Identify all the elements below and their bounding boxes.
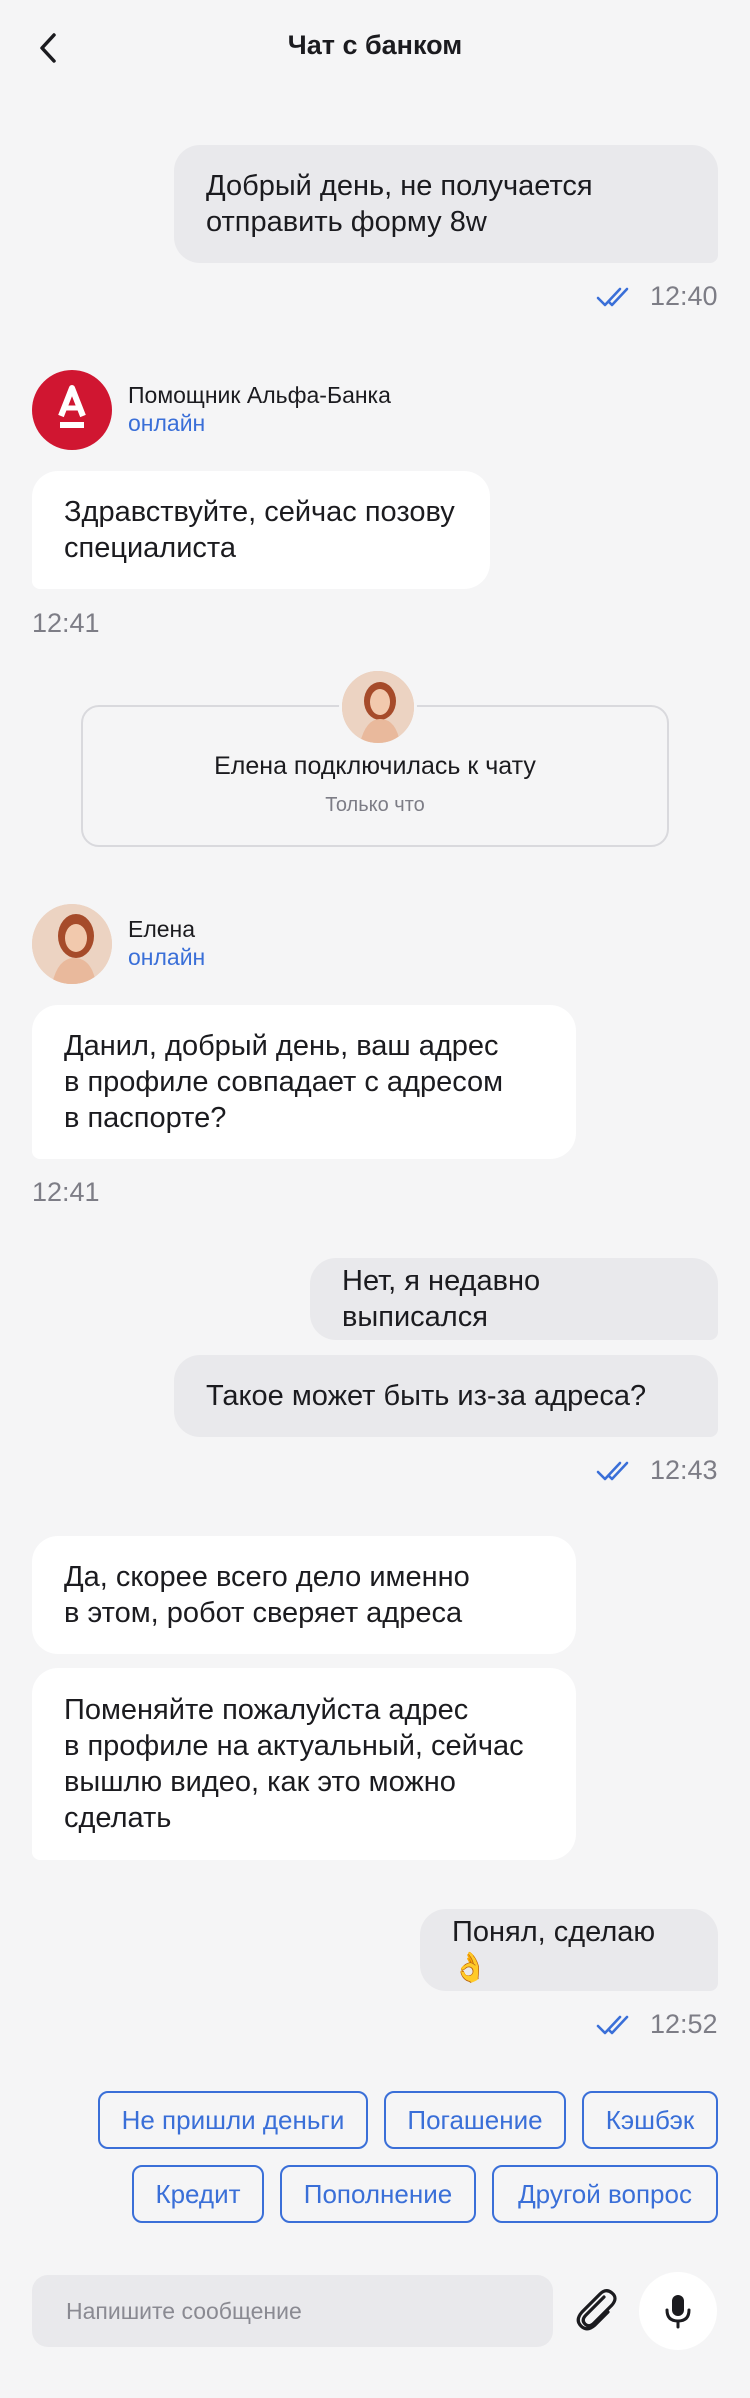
read-ticks-icon [596,1461,629,1481]
message-text: Добрый день, не получается отправить фор… [206,170,593,238]
read-ticks-icon [596,2015,629,2035]
outgoing-message[interactable]: Понял, сделаю 👌 [420,1909,718,1991]
agent-avatar [32,904,112,984]
attach-icon[interactable] [570,2283,622,2335]
sender-name: Елена [128,916,196,942]
message-text: Поменяйте пожалуйста адрес в профиле на … [64,1694,524,1834]
message-text: Нет, я недавно выписался [342,1265,541,1333]
sender-status: онлайн [128,410,206,436]
message-time: 12:43 [650,1455,718,1485]
microphone-icon [665,2295,691,2329]
alfa-logo-icon [58,385,86,428]
read-ticks-icon [596,287,629,307]
message-text: Да, скорее всего дело именно в этом, роб… [64,1561,470,1629]
page-title: Чат с банком [287,30,463,60]
message-text: Такое может быть из-за адреса? [206,1380,647,1412]
message-text: Здравствуйте, сейчас позову специалиста [64,496,455,564]
message-time: 12:41 [32,1177,100,1207]
agent-photo-icon [342,671,414,743]
quick-reply-chip[interactable]: Кредит [132,2165,264,2223]
microphone-button[interactable] [639,2272,717,2350]
message-composer [32,2275,553,2347]
quick-reply-chip[interactable]: Пополнение [280,2165,476,2223]
quick-reply-chip[interactable]: Кэшбэк [582,2091,718,2149]
incoming-message[interactable]: Да, скорее всего дело именно в этом, роб… [32,1536,576,1654]
incoming-message[interactable]: Поменяйте пожалуйста адрес в профиле на … [32,1668,576,1860]
outgoing-message[interactable]: Нет, я недавно выписался [310,1258,718,1340]
message-time: 12:41 [32,608,100,638]
system-title: Елена подключилась к чату [214,752,536,780]
outgoing-message[interactable]: Добрый день, не получается отправить фор… [174,145,718,263]
alfa-bank-logo [32,370,112,450]
message-text: Данил, добрый день, ваш адрес в профиле … [64,1030,504,1134]
agent-avatar [339,668,417,746]
system-subtitle: Только что [325,794,425,816]
message-time: 12:52 [650,2009,718,2039]
agent-photo-icon [32,904,112,984]
message-time: 12:40 [650,281,718,311]
sender-status: онлайн [128,944,206,970]
message-input[interactable] [64,2296,528,2326]
quick-reply-chip[interactable]: Не пришли деньги [98,2091,368,2149]
incoming-message[interactable]: Данил, добрый день, ваш адрес в профиле … [32,1005,576,1159]
quick-reply-chip[interactable]: Погашение [384,2091,566,2149]
sender-name: Помощник Альфа-Банка [128,382,391,408]
chat-header: Чат с банком [0,0,750,96]
outgoing-message[interactable]: Такое может быть из-за адреса? [174,1355,718,1437]
quick-reply-chip[interactable]: Другой вопрос [492,2165,718,2223]
incoming-message[interactable]: Здравствуйте, сейчас позову специалиста [32,471,490,589]
message-text: Понял, сделаю 👌 [452,1916,656,1984]
